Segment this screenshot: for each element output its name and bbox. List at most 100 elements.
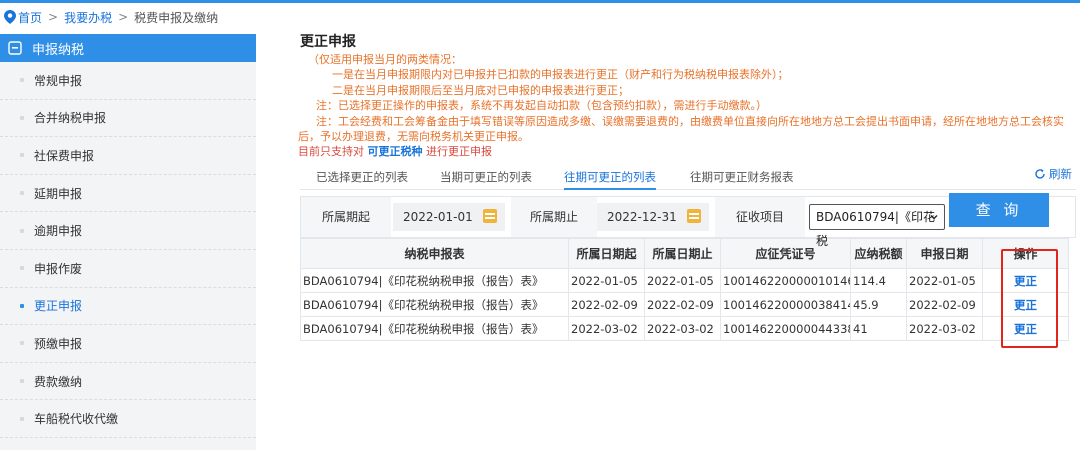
breadcrumb: 首页 > 我要办税 > 税费申报及缴纳 [4, 8, 218, 26]
location-pin-icon [4, 10, 16, 24]
note-line: 一是在当月申报期限内对已申报并已扣款的申报表进行更正（财产和行为税纳税申报表除外… [332, 68, 789, 82]
tab-selected-corrections[interactable]: 已选择更正的列表 [316, 168, 408, 190]
query-bar: 所属期起 2022-01-01 所属期止 2022-12-31 征收项目 BDA… [300, 193, 1076, 248]
sidebar-item-label: 车船税代收代缴 [34, 412, 119, 427]
table-cell: 114.4 [850, 268, 907, 294]
support-note: 目前只支持对 可更正税种 进行更正申报 [298, 144, 1076, 160]
column-header: 所属日期起 [568, 238, 645, 270]
breadcrumb-separator: > [118, 10, 129, 24]
sidebar-item-label: 预缴申报 [34, 336, 83, 351]
sidebar-item-label: 延期申报 [34, 186, 83, 201]
top-accent-line [0, 0, 1080, 3]
bullet-icon [20, 266, 24, 271]
column-header: 申报日期 [906, 238, 983, 270]
table-cell: 2022-02-09 [568, 292, 645, 318]
table-header-row: 纳税申报表 所属日期起 所属日期止 应征凭证号 应纳税额 申报日期 操作 [300, 238, 1069, 270]
sidebar-item-label: 合并纳税申报 [34, 111, 107, 126]
sidebar-item-void-filing[interactable]: 申报作废 [0, 250, 256, 288]
start-date-label: 所属期起 [301, 197, 391, 238]
support-suffix: 进行更正申报 [426, 145, 492, 159]
table-cell: 10014622000004433863 [720, 316, 851, 342]
note-line: 二是在当月申报期限后至当月底对已申报的申报表进行更正； [332, 83, 629, 97]
table-cell: 41 [850, 316, 907, 342]
table-cell: BDA0610794|《印花税纳税申报（报告）表》 [300, 292, 569, 318]
bullet-icon [20, 228, 24, 233]
chevron-down-icon [930, 215, 938, 220]
bullet-icon [20, 153, 24, 158]
tab-past-period[interactable]: 往期可更正的列表 [564, 168, 656, 191]
table-cell: 2022-01-05 [644, 268, 721, 294]
refresh-label: 刷新 [1049, 167, 1072, 182]
highlight-box [1001, 249, 1058, 348]
note-line: （仅适用申报当月的两类情况： [308, 53, 462, 66]
bullet-icon [20, 78, 24, 83]
table-row: BDA0610794|《印花税纳税申报（报告）表》 2022-01-05 202… [300, 268, 1069, 294]
end-date-label: 所属期止 [511, 197, 597, 238]
refresh-icon [1035, 169, 1045, 180]
note-line: 后，予以办理退费，无需向税务机关更正申报。 [298, 130, 529, 144]
table-cell: 2022-02-09 [906, 292, 983, 318]
table-cell: 2022-03-02 [568, 316, 645, 342]
breadcrumb-tax-link[interactable]: 我要办税 [64, 9, 112, 26]
menu-square-icon [8, 41, 22, 55]
levy-item-select[interactable]: BDA0610794|《印花税 [809, 204, 945, 248]
page-title: 更正申报 [300, 34, 356, 50]
table-row: BDA0610794|《印花税纳税申报（报告）表》 2022-03-02 202… [300, 316, 1069, 342]
sidebar-item-correction-filing[interactable]: 更正申报 [0, 288, 256, 326]
refresh-button[interactable]: 刷新 [1034, 166, 1072, 182]
column-header: 纳税申报表 [300, 238, 569, 270]
sidebar-item-fee-payment[interactable]: 费款缴纳 [0, 363, 256, 401]
sidebar-item-prepayment-filing[interactable]: 预缴申报 [0, 325, 256, 363]
sidebar-item-label: 社保费申报 [34, 148, 95, 163]
returns-table: 纳税申报表 所属日期起 所属日期止 应征凭证号 应纳税额 申报日期 操作 BDA… [300, 238, 1069, 342]
breadcrumb-separator: > [48, 10, 59, 24]
bullet-icon [20, 379, 24, 384]
sidebar-item-label: 费款缴纳 [34, 374, 83, 389]
bullet-icon [20, 303, 24, 308]
sidebar-item-deferred-filing[interactable]: 延期申报 [0, 175, 256, 213]
tab-bar: 已选择更正的列表 当期可更正的列表 往期可更正的列表 往期可更正财务报表 刷新 [300, 166, 1076, 191]
main-content: 更正申报 （仅适用申报当月的两类情况： 一是在当月申报期限内对已申报并已扣款的申… [298, 32, 1076, 342]
breadcrumb-current: 税费申报及缴纳 [134, 10, 219, 25]
table-cell: BDA0610794|《印花税纳税申报（报告）表》 [300, 316, 569, 342]
table-cell: 10014622000001014692 [720, 268, 851, 294]
correctable-tax-types-link[interactable]: 可更正税种 [368, 145, 423, 158]
table-cell: 2022-01-05 [568, 268, 645, 294]
note-line: 注：工会经费和工会筹备金由于填写错误等原因造成多缴、误缴需要退费的，由缴费单位直… [316, 114, 1064, 128]
sidebar-item-social-insurance[interactable]: 社保费申报 [0, 137, 256, 175]
table-cell: BDA0610794|《印花税纳税申报（报告）表》 [300, 268, 569, 294]
sidebar-item-vehicle-tax[interactable]: 车船税代收代缴 [0, 400, 256, 438]
table-row: BDA0610794|《印花税纳税申报（报告）表》 2022-02-09 202… [300, 292, 1069, 318]
bullet-icon [20, 115, 24, 120]
column-header: 所属日期止 [644, 238, 721, 270]
tab-past-financial-statements[interactable]: 往期可更正财务报表 [690, 168, 794, 190]
table-cell: 2022-01-05 [906, 268, 983, 294]
table-cell: 45.9 [850, 292, 907, 318]
note-line: 注：已选择更正操作的申报表，系统不再发起自动扣款（包含预约扣款），需进行手动缴款… [316, 99, 767, 113]
breadcrumb-home-link[interactable]: 首页 [18, 9, 42, 26]
tab-current-period[interactable]: 当期可更正的列表 [440, 168, 532, 190]
table-cell: 2022-03-02 [644, 316, 721, 342]
table-cell: 2022-02-09 [644, 292, 721, 318]
bullet-icon [20, 416, 24, 421]
sidebar: 申报纳税 常规申报 合并纳税申报 社保费申报 延期申报 逾期申报 申报作废 更正… [0, 34, 256, 450]
bullet-icon [20, 191, 24, 196]
sidebar-item-overdue-filing[interactable]: 逾期申报 [0, 212, 256, 250]
levy-item-label: 征收项目 [715, 197, 805, 238]
instructions: （仅适用申报当月的两类情况： 一是在当月申报期限内对已申报并已扣款的申报表进行更… [298, 52, 1076, 144]
calendar-icon[interactable] [687, 209, 701, 224]
sidebar-item-consolidated-filing[interactable]: 合并纳税申报 [0, 100, 256, 138]
sidebar-header[interactable]: 申报纳税 [0, 34, 256, 62]
sidebar-item-label: 更正申报 [34, 299, 83, 314]
sidebar-item-label: 申报作废 [34, 261, 83, 276]
column-header: 应纳税额 [850, 238, 907, 270]
sidebar-item-label: 常规申报 [34, 73, 83, 88]
support-prefix: 目前只支持对 [298, 145, 364, 159]
column-header: 应征凭证号 [720, 238, 851, 270]
table-cell: 10014622000003841438 [720, 292, 851, 318]
table-cell: 2022-03-02 [906, 316, 983, 342]
calendar-icon[interactable] [483, 209, 497, 224]
sidebar-header-label: 申报纳税 [32, 42, 85, 58]
search-button[interactable]: 查 询 [949, 193, 1049, 228]
sidebar-item-regular-filing[interactable]: 常规申报 [0, 62, 256, 100]
